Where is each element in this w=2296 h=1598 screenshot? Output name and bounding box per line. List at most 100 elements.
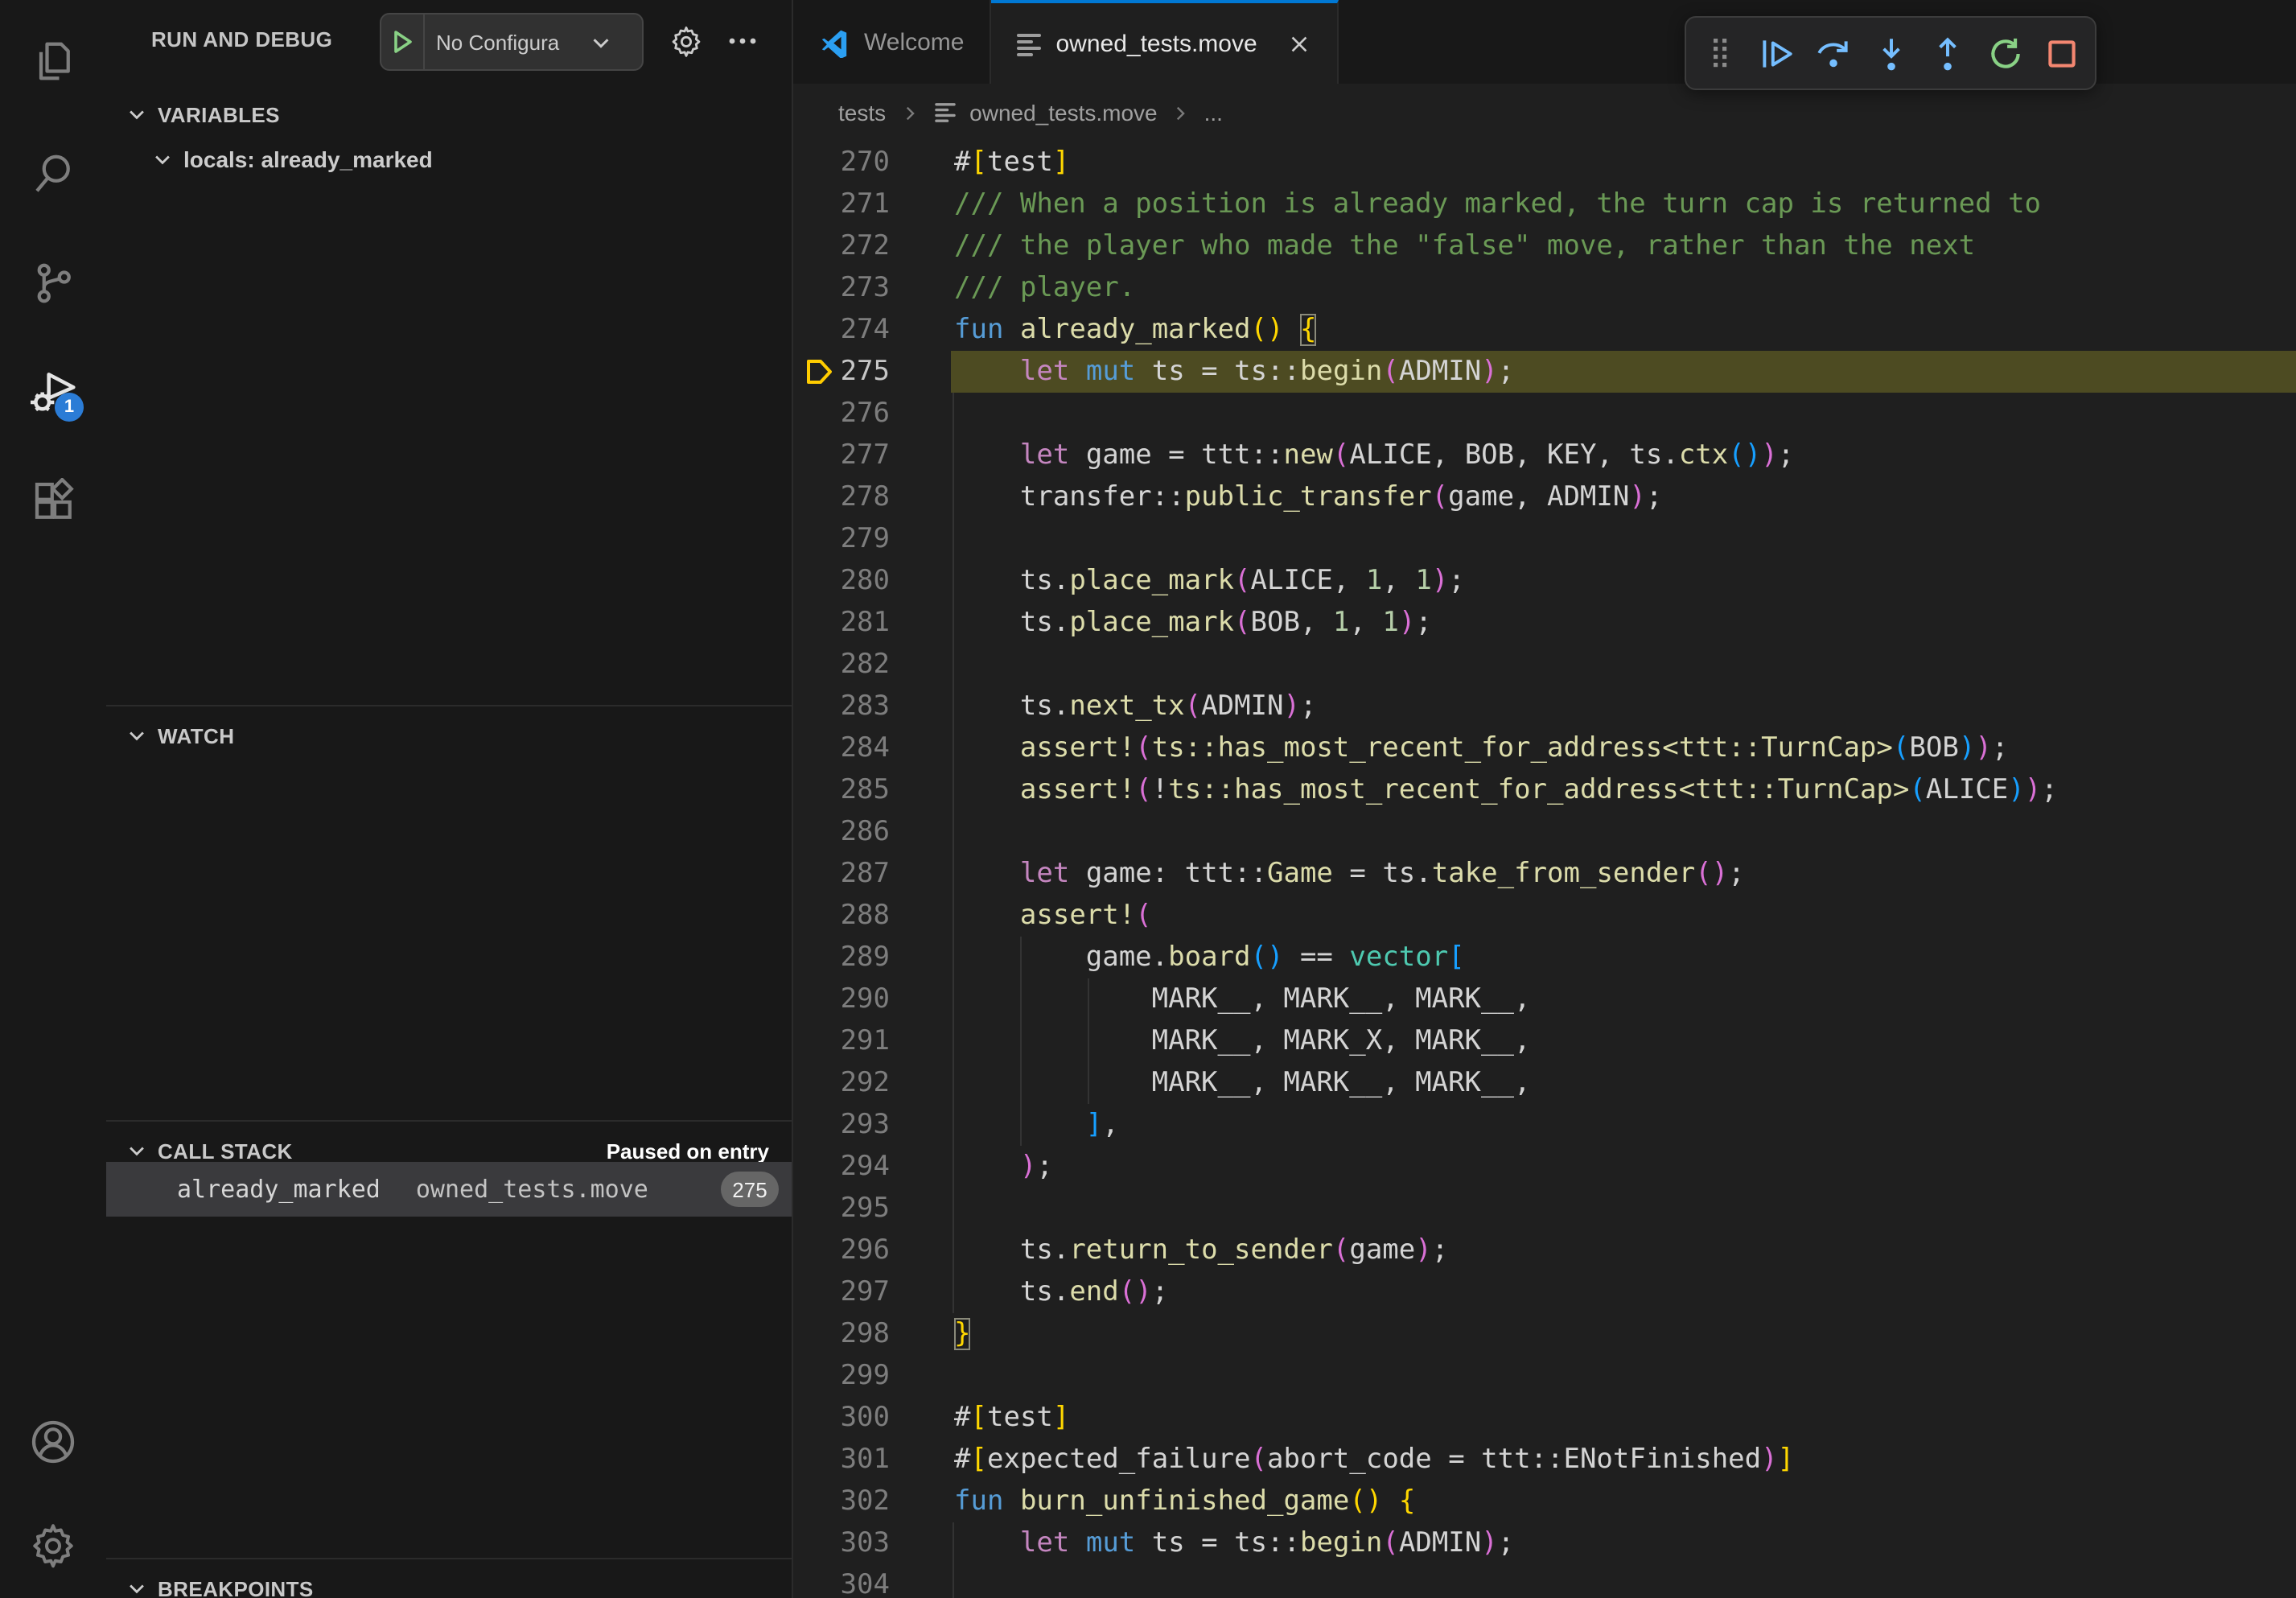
- line-number[interactable]: 277: [793, 435, 890, 476]
- breadcrumb-file[interactable]: owned_tests.move: [969, 100, 1157, 126]
- line-number[interactable]: 287: [793, 853, 890, 895]
- line-number[interactable]: 303: [793, 1522, 890, 1564]
- call-stack-frame[interactable]: already_marked owned_tests.move 275: [106, 1162, 792, 1217]
- code-line[interactable]: 287 let game: ttt::Game = ts.take_from_s…: [793, 853, 2296, 895]
- breadcrumb-symbol[interactable]: ...: [1204, 100, 1223, 126]
- code-line[interactable]: 277 let game = ttt::new(ALICE, BOB, KEY,…: [793, 435, 2296, 476]
- code-line[interactable]: 296 ts.return_to_sender(game);: [793, 1229, 2296, 1271]
- variables-scope-row[interactable]: locals: already_marked: [106, 138, 792, 180]
- restart-button[interactable]: [1981, 29, 2029, 77]
- toolbar-drag-handle[interactable]: [1695, 29, 1743, 77]
- variables-section-header[interactable]: VARIABLES: [106, 93, 792, 135]
- code-line[interactable]: 281 ts.place_mark(BOB, 1, 1);: [793, 602, 2296, 644]
- code-line[interactable]: 295: [793, 1188, 2296, 1229]
- code-line[interactable]: 284 assert!(ts::has_most_recent_for_addr…: [793, 727, 2296, 769]
- code-line[interactable]: 270#[test]: [793, 142, 2296, 183]
- code-line[interactable]: 304: [793, 1564, 2296, 1598]
- code-line[interactable]: 282: [793, 644, 2296, 686]
- line-number[interactable]: 291: [793, 1020, 890, 1062]
- code-line[interactable]: 285 assert!(!ts::has_most_recent_for_add…: [793, 769, 2296, 811]
- tab-welcome[interactable]: Welcome: [793, 0, 992, 84]
- line-number[interactable]: 278: [793, 476, 890, 518]
- code-line[interactable]: 280 ts.place_mark(ALICE, 1, 1);: [793, 560, 2296, 602]
- code-line[interactable]: 290 MARK__, MARK__, MARK__,: [793, 978, 2296, 1020]
- start-debugging-icon[interactable]: [381, 29, 423, 55]
- line-number[interactable]: 297: [793, 1271, 890, 1313]
- line-number[interactable]: 272: [793, 225, 890, 267]
- code-line[interactable]: 283 ts.next_tx(ADMIN);: [793, 686, 2296, 727]
- code-line[interactable]: 278 transfer::public_transfer(game, ADMI…: [793, 476, 2296, 518]
- line-number[interactable]: 284: [793, 727, 890, 769]
- close-icon[interactable]: [1288, 32, 1312, 56]
- line-number[interactable]: 293: [793, 1104, 890, 1146]
- code-line[interactable]: 294 );: [793, 1146, 2296, 1188]
- code-line[interactable]: 289 game.board() == vector[: [793, 937, 2296, 978]
- line-number[interactable]: 288: [793, 895, 890, 937]
- code-line[interactable]: 293 ],: [793, 1104, 2296, 1146]
- step-out-button[interactable]: [1924, 29, 1972, 77]
- line-number[interactable]: 292: [793, 1062, 890, 1104]
- line-number[interactable]: 276: [793, 393, 890, 435]
- watch-section-header[interactable]: WATCH: [106, 715, 792, 756]
- code-line[interactable]: 297 ts.end();: [793, 1271, 2296, 1313]
- code-line[interactable]: 298}: [793, 1313, 2296, 1355]
- activity-extensions[interactable]: [0, 463, 106, 541]
- line-number[interactable]: 271: [793, 183, 890, 225]
- line-number[interactable]: 289: [793, 937, 890, 978]
- breadcrumb-folder[interactable]: tests: [838, 100, 886, 126]
- line-number[interactable]: 296: [793, 1229, 890, 1271]
- code-line[interactable]: 272/// the player who made the "false" m…: [793, 225, 2296, 267]
- code-line[interactable]: 275 let mut ts = ts::begin(ADMIN);: [793, 351, 2296, 393]
- code-line[interactable]: 301#[expected_failure(abort_code = ttt::…: [793, 1439, 2296, 1481]
- line-number[interactable]: 286: [793, 811, 890, 853]
- line-number[interactable]: 294: [793, 1146, 890, 1188]
- code-line[interactable]: 288 assert!(: [793, 895, 2296, 937]
- step-over-button[interactable]: [1809, 29, 1858, 77]
- gear-icon[interactable]: [669, 24, 703, 58]
- line-number[interactable]: 285: [793, 769, 890, 811]
- line-number[interactable]: 304: [793, 1564, 890, 1598]
- code-line[interactable]: 303 let mut ts = ts::begin(ADMIN);: [793, 1522, 2296, 1564]
- activity-run-debug[interactable]: 1: [0, 354, 106, 431]
- line-number[interactable]: 300: [793, 1397, 890, 1439]
- line-number[interactable]: 280: [793, 560, 890, 602]
- line-number[interactable]: 274: [793, 309, 890, 351]
- line-number[interactable]: 282: [793, 644, 890, 686]
- account-button[interactable]: [0, 1403, 106, 1481]
- code-line[interactable]: 273/// player.: [793, 267, 2296, 309]
- debug-config-dropdown[interactable]: No Configura: [380, 13, 644, 71]
- code-line[interactable]: 276: [793, 393, 2296, 435]
- code-editor[interactable]: 270#[test]271/// When a position is alre…: [793, 142, 2296, 1598]
- code-line[interactable]: 299: [793, 1355, 2296, 1397]
- line-number[interactable]: 299: [793, 1355, 890, 1397]
- activity-explorer[interactable]: [0, 23, 106, 100]
- code-line[interactable]: 271/// When a position is already marked…: [793, 183, 2296, 225]
- stop-button[interactable]: [2038, 29, 2086, 77]
- step-into-button[interactable]: [1866, 29, 1915, 77]
- line-number[interactable]: 298: [793, 1313, 890, 1355]
- line-number[interactable]: 279: [793, 518, 890, 560]
- code-line[interactable]: 279: [793, 518, 2296, 560]
- line-number[interactable]: 301: [793, 1439, 890, 1481]
- section-label: CALL STACK: [158, 1139, 293, 1163]
- line-number[interactable]: 270: [793, 142, 890, 183]
- code-line[interactable]: 274fun already_marked() {: [793, 309, 2296, 351]
- code-line[interactable]: 292 MARK__, MARK__, MARK__,: [793, 1062, 2296, 1104]
- code-line[interactable]: 300#[test]: [793, 1397, 2296, 1439]
- settings-button[interactable]: [0, 1506, 106, 1584]
- line-number[interactable]: 273: [793, 267, 890, 309]
- tab-owned-tests[interactable]: owned_tests.move: [992, 0, 1339, 85]
- line-number[interactable]: 290: [793, 978, 890, 1020]
- code-line[interactable]: 291 MARK__, MARK_X, MARK__,: [793, 1020, 2296, 1062]
- line-number[interactable]: 295: [793, 1188, 890, 1229]
- code-line[interactable]: 302fun burn_unfinished_game() {: [793, 1481, 2296, 1522]
- breakpoints-section-header[interactable]: BREAKPOINTS: [106, 1567, 792, 1598]
- activity-source-control[interactable]: [0, 245, 106, 322]
- line-number[interactable]: 283: [793, 686, 890, 727]
- code-line[interactable]: 286: [793, 811, 2296, 853]
- line-number[interactable]: 302: [793, 1481, 890, 1522]
- continue-button[interactable]: [1752, 29, 1800, 77]
- line-number[interactable]: 281: [793, 602, 890, 644]
- activity-search[interactable]: [0, 135, 106, 212]
- more-actions-icon[interactable]: [727, 35, 758, 47]
